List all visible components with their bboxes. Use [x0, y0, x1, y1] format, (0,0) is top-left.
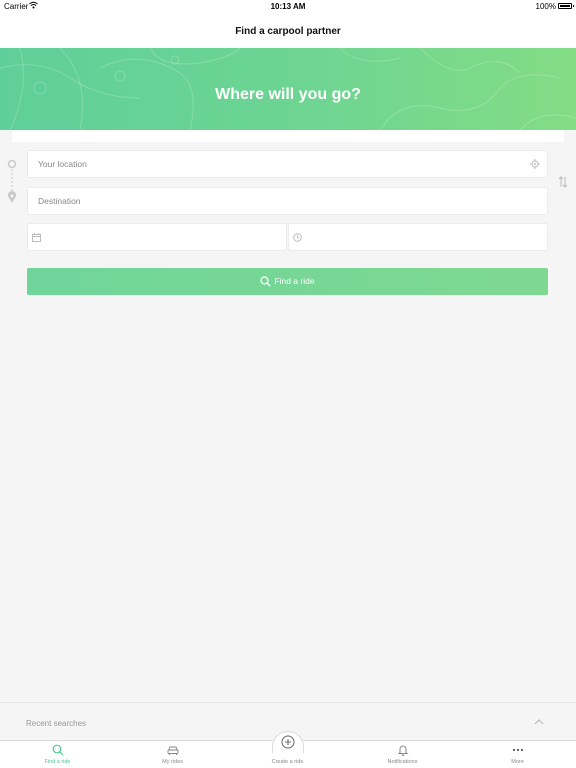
clock-icon	[293, 233, 302, 242]
tab-label: My rides	[162, 759, 183, 765]
tab-label: Create a ride	[271, 759, 304, 765]
swap-icon[interactable]	[557, 176, 569, 188]
find-ride-label: Find a ride	[274, 276, 315, 286]
bell-icon	[397, 745, 408, 756]
page-title: Find a carpool partner	[235, 26, 341, 37]
search-form-card	[12, 130, 564, 702]
destination-field[interactable]: Destination	[27, 187, 548, 215]
time-field[interactable]	[288, 223, 548, 251]
find-ride-button[interactable]: Find a ride	[27, 268, 548, 295]
location-placeholder: Your location	[38, 159, 87, 169]
chevron-up-icon[interactable]	[534, 718, 544, 726]
battery-icon	[558, 3, 574, 9]
destination-placeholder: Destination	[38, 196, 81, 206]
locate-me-icon[interactable]	[530, 159, 540, 169]
hero-banner: Where will you go?	[0, 48, 576, 130]
tab-notifications[interactable]: Notifications	[345, 741, 460, 768]
tab-my-rides[interactable]: My rides	[115, 741, 230, 768]
car-icon	[167, 746, 178, 755]
tab-label: More	[511, 759, 524, 765]
status-bar: Carrier 10:13 AM 100%	[0, 0, 576, 12]
calendar-icon	[32, 233, 41, 242]
tab-label: Find a ride	[44, 759, 71, 765]
route-indicator-icon	[7, 159, 17, 203]
clock: 10:13 AM	[270, 2, 306, 11]
hero-title: Where will you go?	[215, 86, 361, 103]
tab-label: Notifications	[387, 759, 418, 765]
search-icon	[260, 276, 272, 287]
tab-find-ride[interactable]: Find a ride	[0, 741, 115, 768]
more-icon	[512, 748, 523, 752]
location-field[interactable]: Your location	[27, 150, 548, 178]
battery-percent: 100%	[535, 2, 556, 11]
plus-circle-icon[interactable]	[281, 735, 295, 749]
search-icon	[52, 744, 63, 756]
tab-more[interactable]: More	[460, 741, 575, 768]
date-field[interactable]	[27, 223, 287, 251]
recent-searches-label: Recent searches	[26, 719, 87, 728]
nav-bar: Find a carpool partner	[0, 12, 576, 48]
